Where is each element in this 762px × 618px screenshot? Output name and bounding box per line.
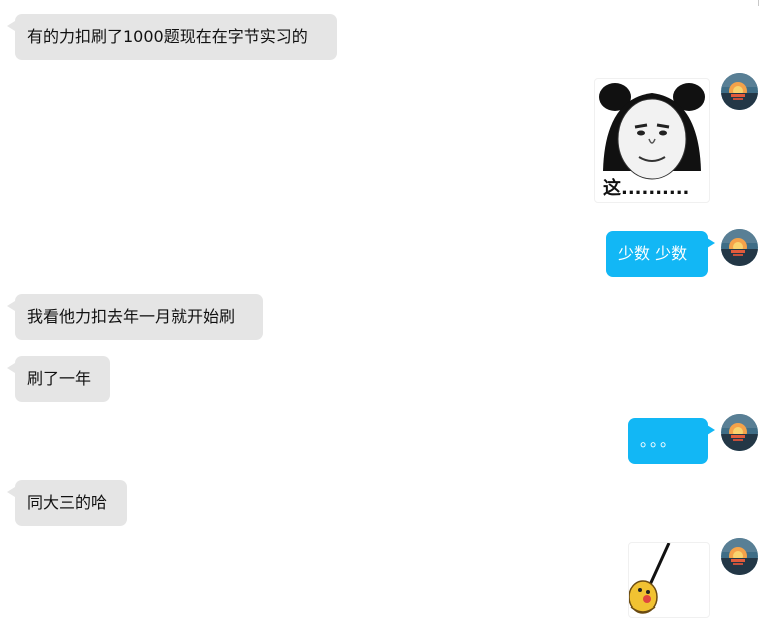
sunset-avatar-icon [721,414,758,451]
user-avatar[interactable] [721,414,758,451]
outgoing-message-bubble[interactable]: 。。。 [628,418,708,464]
sunset-avatar-icon [721,538,758,575]
incoming-bubble-tail [7,487,15,497]
incoming-message-bubble[interactable]: 我看他力扣去年一月就开始刷 [15,294,263,340]
sunset-avatar-icon [721,73,758,110]
user-avatar[interactable] [721,73,758,110]
incoming-bubble-tail [7,301,15,311]
message-text: 同大三的哈 [27,493,108,512]
user-avatar[interactable] [721,538,758,575]
incoming-bubble-tail [7,21,15,31]
yellow-cartoon-character-icon [629,543,671,614]
message-text: 少数 少数 [618,244,688,263]
outgoing-bubble-tail [707,425,715,435]
sticker-caption: 这.......... [603,178,690,199]
user-avatar[interactable] [721,229,758,266]
message-text: 刷了一年 [27,369,92,388]
message-text: 我看他力扣去年一月就开始刷 [27,307,236,326]
message-text: 有的力扣刷了1000题现在在字节实习的 [27,27,308,46]
outgoing-bubble-tail [707,238,715,248]
sticker-message[interactable] [628,542,710,618]
incoming-message-bubble[interactable]: 有的力扣刷了1000题现在在字节实习的 [15,14,337,60]
incoming-bubble-tail [7,363,15,373]
incoming-message-bubble[interactable]: 刷了一年 [15,356,110,402]
outgoing-message-bubble[interactable]: 少数 少数 [606,231,708,277]
message-text: 。。。 [640,431,679,450]
window-edge-mark [758,0,759,6]
sticker-message[interactable]: 这.......... [594,78,710,203]
sunset-avatar-icon [721,229,758,266]
incoming-message-bubble[interactable]: 同大三的哈 [15,480,127,526]
